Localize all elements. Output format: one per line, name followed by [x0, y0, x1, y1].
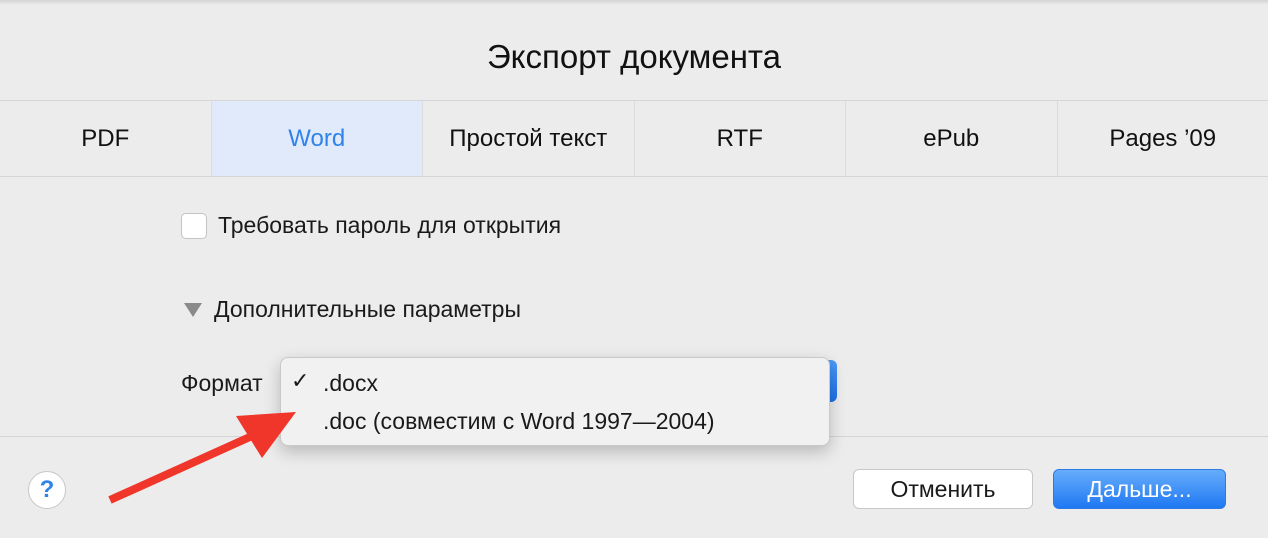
help-button[interactable]: ? — [28, 471, 66, 509]
next-button[interactable]: Дальше... — [1053, 469, 1226, 509]
cancel-button[interactable]: Отменить — [853, 469, 1033, 509]
option-label: .docx — [323, 370, 378, 396]
checkmark-icon: ✓ — [291, 368, 310, 393]
require-password-checkbox[interactable] — [181, 212, 207, 239]
tab-epub[interactable]: ePub — [846, 101, 1058, 176]
tab-rtf[interactable]: RTF — [635, 101, 846, 176]
format-option-doc[interactable]: .doc (совместим с Word 1997—2004) — [281, 401, 829, 437]
disclosure-triangle-icon[interactable] — [184, 302, 202, 317]
tab-pages-09[interactable]: Pages ’09 — [1058, 101, 1268, 176]
require-password-row[interactable]: Требовать пароль для открытия — [181, 212, 561, 239]
tab-pdf[interactable]: PDF — [0, 101, 212, 176]
option-label: .doc (совместим с Word 1997—2004) — [323, 408, 715, 434]
format-tabs: PDF Word Простой текст RTF ePub Pages ’0… — [0, 100, 1268, 177]
format-dropdown-menu: ✓ .docx .doc (совместим с Word 1997—2004… — [280, 357, 830, 446]
require-password-label[interactable]: Требовать пароль для открытия — [218, 212, 561, 239]
advanced-options-label[interactable]: Дополнительные параметры — [214, 296, 521, 323]
tab-plain-text[interactable]: Простой текст — [423, 101, 635, 176]
window-top-edge — [0, 0, 1268, 5]
arrow-shaft — [108, 432, 254, 504]
format-label: Формат — [181, 370, 263, 396]
dialog-title: Экспорт документа — [486, 38, 782, 75]
annotation-arrow — [108, 412, 296, 504]
advanced-options-disclosure[interactable]: Дополнительные параметры — [184, 296, 521, 323]
format-option-docx[interactable]: ✓ .docx — [281, 363, 829, 399]
tab-word[interactable]: Word — [211, 101, 423, 176]
